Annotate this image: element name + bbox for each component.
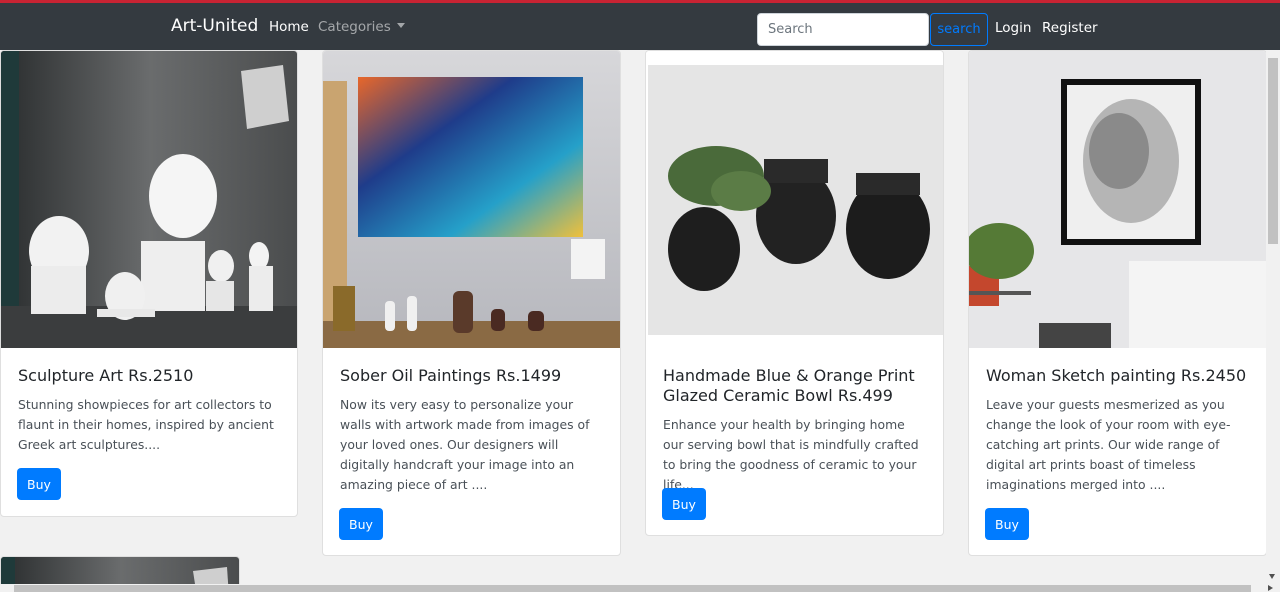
product-image-ceramic-bowl bbox=[646, 51, 943, 348]
caret-down-icon bbox=[396, 23, 405, 28]
product-title: Woman Sketch painting Rs.2450 bbox=[986, 366, 1247, 385]
product-card: Sober Oil Paintings Rs.1499 Now its very… bbox=[322, 50, 621, 556]
product-description: Now its very easy to personalize your wa… bbox=[340, 397, 590, 492]
product-description: Leave your guests mesmerized as you chan… bbox=[986, 397, 1231, 492]
product-image-sculpture bbox=[1, 51, 297, 348]
buy-button[interactable]: Buy bbox=[339, 508, 383, 540]
navbar: Art-United Home Categories search Login … bbox=[0, 3, 1280, 50]
horizontal-scrollbar-thumb[interactable] bbox=[14, 585, 1251, 592]
nav-categories-label: Categories bbox=[318, 19, 391, 35]
vertical-scrollbar-thumb[interactable] bbox=[1268, 58, 1278, 244]
brand-logo[interactable]: Art-United bbox=[171, 16, 258, 36]
product-image-oil-painting bbox=[323, 51, 620, 348]
product-title: Handmade Blue & Orange Print Glazed Cera… bbox=[663, 366, 915, 405]
nav-categories-dropdown[interactable]: Categories bbox=[318, 19, 405, 35]
buy-button[interactable]: Buy bbox=[662, 488, 706, 520]
product-description: Stunning showpieces for art collectors t… bbox=[18, 397, 274, 452]
product-title: Sober Oil Paintings Rs.1499 bbox=[340, 366, 562, 385]
nav-register-link[interactable]: Register bbox=[1042, 20, 1098, 36]
product-title: Sculpture Art Rs.2510 bbox=[18, 366, 194, 385]
product-card: Woman Sketch painting Rs.2450 Leave your… bbox=[968, 50, 1267, 556]
buy-button[interactable]: Buy bbox=[17, 468, 61, 500]
nav-login-link[interactable]: Login bbox=[995, 20, 1031, 36]
scroll-down-arrow-icon[interactable] bbox=[1269, 574, 1275, 579]
buy-button[interactable]: Buy bbox=[985, 508, 1029, 540]
search-input[interactable] bbox=[757, 13, 929, 46]
product-card: Handmade Blue & Orange Print Glazed Cera… bbox=[645, 50, 944, 536]
nav-home-link[interactable]: Home bbox=[269, 19, 309, 35]
scroll-right-arrow-icon[interactable] bbox=[1268, 585, 1273, 591]
product-image-sketch bbox=[969, 51, 1266, 348]
search-button[interactable]: search bbox=[930, 13, 988, 46]
product-card: Sculpture Art Rs.2510 Stunning showpiece… bbox=[0, 50, 298, 517]
product-description: Enhance your health by bringing home our… bbox=[663, 417, 919, 492]
